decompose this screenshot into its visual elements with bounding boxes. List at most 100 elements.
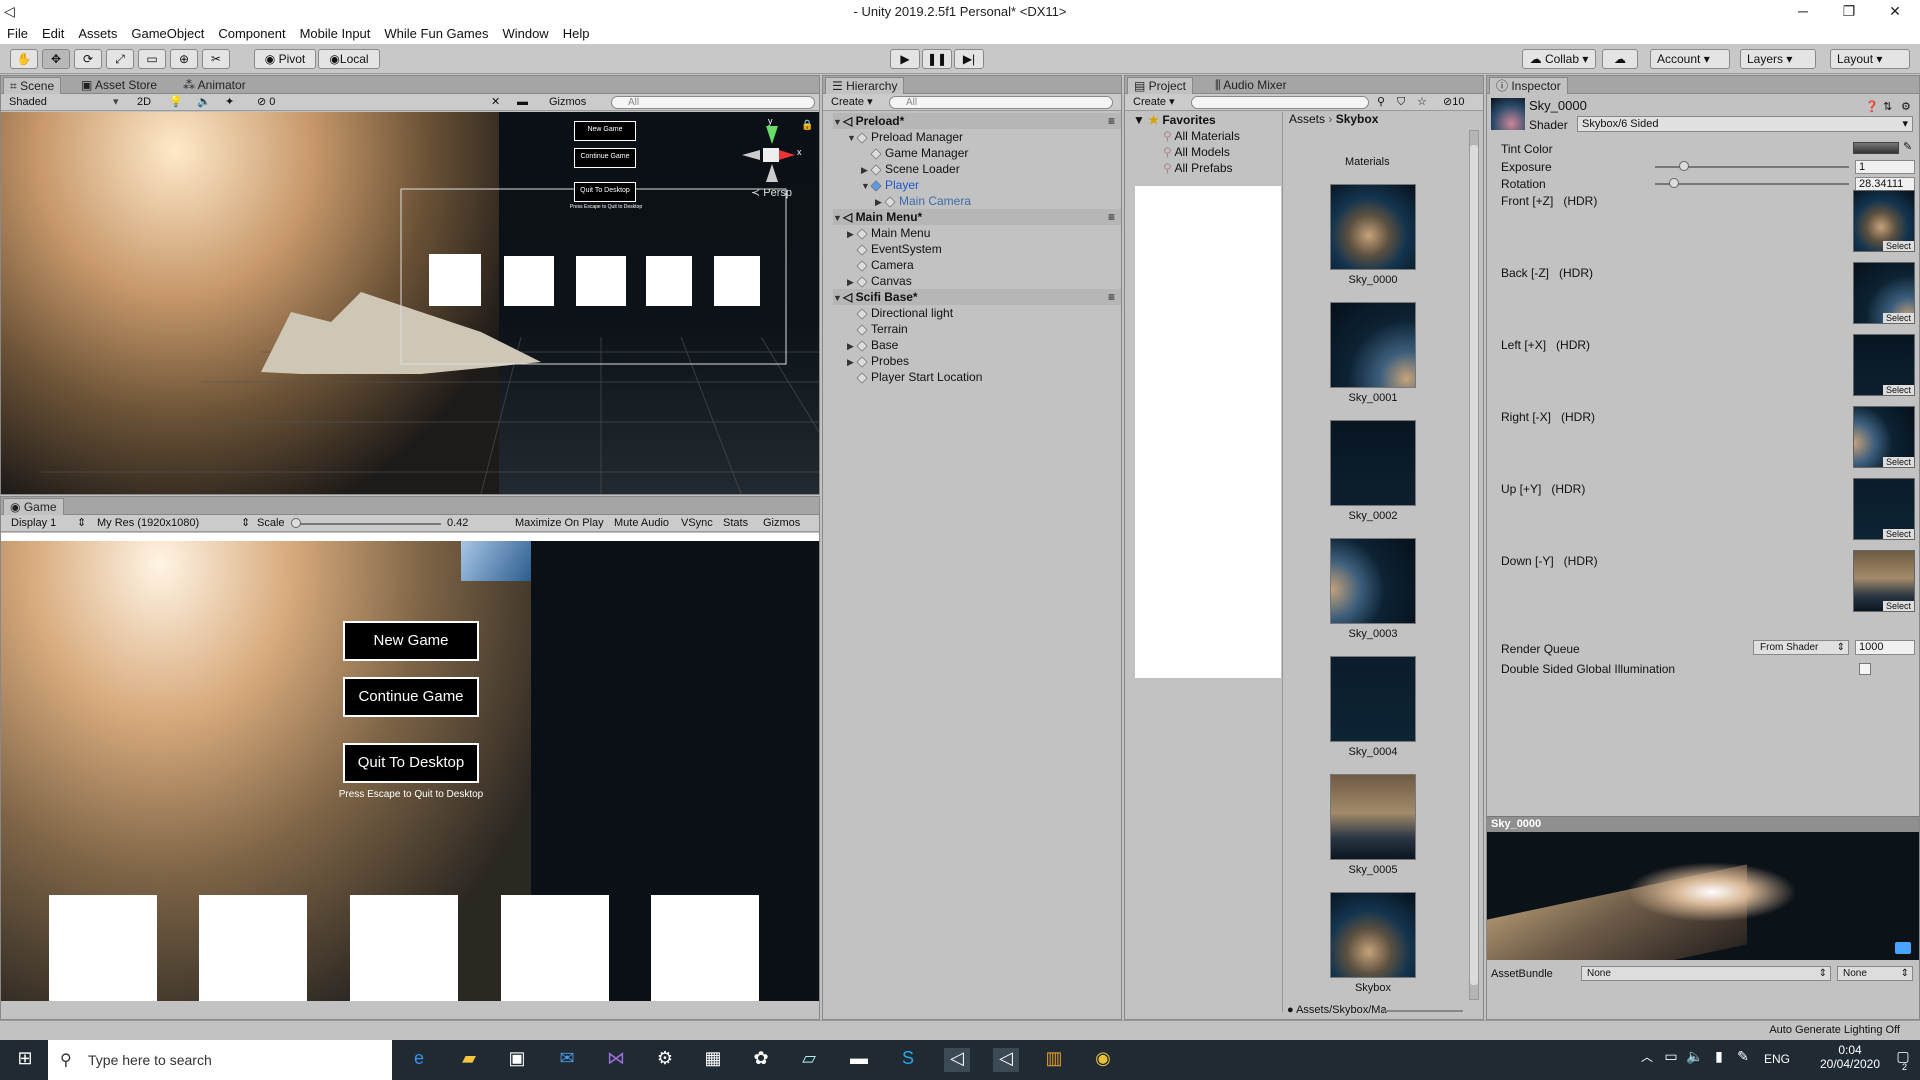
tab-project[interactable]: ▤ Project	[1127, 77, 1194, 94]
menu-mobile-input[interactable]: Mobile Input	[293, 24, 378, 44]
rect-tool-icon[interactable]: ▭	[138, 49, 166, 69]
mute-audio-toggle[interactable]: Mute Audio	[614, 516, 669, 531]
steam-icon[interactable]: ⚙	[652, 1048, 678, 1072]
eyedropper-icon[interactable]: ✎	[1903, 140, 1912, 153]
gizmos-dropdown[interactable]: Gizmos	[549, 95, 586, 110]
menu-help[interactable]: Help	[556, 24, 597, 44]
hierarchy-row[interactable]: Player Start Location	[833, 369, 1121, 385]
asset-thumbnail[interactable]	[1330, 184, 1416, 270]
unity-hub-icon[interactable]: ◁	[944, 1048, 970, 1072]
filter-label-icon[interactable]: ⛉	[1397, 95, 1405, 110]
project-search-input[interactable]	[1191, 96, 1369, 109]
game-gizmos-dropdown[interactable]: Gizmos	[763, 516, 800, 531]
assetbundle-variant-dropdown[interactable]: None ⇕	[1837, 966, 1913, 981]
account-dropdown[interactable]: Account ▾	[1650, 49, 1730, 69]
toggle-2d[interactable]: 2D	[137, 95, 151, 110]
terminal-icon[interactable]: ▬	[846, 1048, 872, 1072]
settings-icon[interactable]: ⇅	[1883, 100, 1892, 113]
hierarchy-row[interactable]: ▶ Probes	[833, 353, 1121, 369]
display-dropdown[interactable]: Display 1	[11, 516, 56, 531]
collab-button[interactable]: ☁ Collab ▾	[1522, 49, 1596, 69]
volume-icon[interactable]: 🔈	[1682, 1048, 1708, 1072]
scale-tool-icon[interactable]: ⤢	[106, 49, 134, 69]
menu-window[interactable]: Window	[495, 24, 555, 44]
resolution-dropdown[interactable]: My Res (1920x1080)	[97, 516, 199, 531]
asset-thumbnail[interactable]	[1330, 420, 1416, 506]
rotation-input[interactable]: 28.34111	[1855, 177, 1915, 191]
pause-button[interactable]: ❚❚	[922, 49, 952, 69]
face-texture-slot[interactable]: Select	[1853, 334, 1915, 396]
minimize-button[interactable]: ─	[1780, 0, 1826, 24]
scene-menu-icon[interactable]: ≡	[1108, 289, 1115, 305]
rotation-slider-thumb[interactable]	[1669, 178, 1679, 188]
skype-icon[interactable]: S	[895, 1048, 921, 1072]
tag-icon[interactable]	[1895, 942, 1911, 954]
menu-file[interactable]: File	[0, 24, 35, 44]
fav-all-prefabs[interactable]: ⚲ All Prefabs	[1133, 160, 1293, 176]
expand-arrow-icon[interactable]: ▼	[833, 114, 843, 130]
scene-search-input[interactable]: All	[611, 96, 815, 109]
maximize-button[interactable]: ❐	[1826, 0, 1872, 24]
favorite-star-icon[interactable]: ☆	[1417, 95, 1427, 110]
vsync-toggle[interactable]: VSync	[681, 516, 713, 531]
render-queue-dropdown[interactable]: From Shader ⇕	[1753, 640, 1849, 655]
lighting-toggle-icon[interactable]: 💡	[169, 95, 183, 110]
hierarchy-create-button[interactable]: Create ▾	[831, 95, 873, 110]
step-button[interactable]: ▶|	[954, 49, 984, 69]
hierarchy-row[interactable]: ▶ Main Menu	[833, 225, 1121, 241]
menu-assets[interactable]: Assets	[71, 24, 124, 44]
maximize-on-play-toggle[interactable]: Maximize On Play	[515, 516, 604, 531]
hierarchy-row[interactable]: ▼ Preload Manager	[833, 129, 1121, 145]
scene-menu-icon[interactable]: ≡	[1108, 113, 1115, 129]
icon-size-slider[interactable]	[1383, 1010, 1463, 1012]
continue-game-button[interactable]: Continue Game	[343, 677, 479, 717]
tint-color-swatch[interactable]	[1853, 142, 1899, 154]
project-scrollbar[interactable]	[1469, 130, 1479, 1000]
hierarchy-row[interactable]: ▼ Player	[833, 177, 1121, 193]
project-scrollbar-thumb[interactable]	[1470, 145, 1478, 985]
asset-thumbnail[interactable]	[1330, 774, 1416, 860]
asset-thumbnail[interactable]	[1330, 538, 1416, 624]
stats-toggle[interactable]: Stats	[723, 516, 748, 531]
camera-icon[interactable]: ▬	[517, 95, 528, 110]
pivot-toggle[interactable]: ◉ Pivot	[254, 49, 316, 69]
double-sided-checkbox[interactable]	[1859, 663, 1871, 675]
effects-toggle-icon[interactable]: ✦	[225, 95, 234, 110]
face-texture-slot[interactable]: Select	[1853, 478, 1915, 540]
select-texture-button[interactable]: Select	[1882, 241, 1914, 251]
face-texture-slot[interactable]: Select	[1853, 550, 1915, 612]
hierarchy-row[interactable]: Camera	[833, 257, 1121, 273]
app-icon-2[interactable]: ✿	[748, 1048, 774, 1072]
scale-slider-thumb[interactable]	[291, 518, 301, 528]
layout-dropdown[interactable]: Layout ▾	[1830, 49, 1910, 69]
tab-inspector[interactable]: ⓘ Inspector	[1489, 77, 1568, 94]
network-icon[interactable]: ▭	[1658, 1048, 1684, 1072]
app-icon-1[interactable]: ▦	[700, 1048, 726, 1072]
fav-all-models[interactable]: ⚲ All Models	[1133, 144, 1293, 160]
pen-icon[interactable]: ✎	[1730, 1048, 1756, 1072]
scene-menu-icon[interactable]: ≡	[1108, 209, 1115, 225]
hierarchy-row[interactable]: EventSystem	[833, 241, 1121, 257]
language-indicator[interactable]: ENG	[1764, 1052, 1790, 1066]
windows-start-icon[interactable]: ⊞	[12, 1048, 38, 1072]
store-icon[interactable]: ▣	[504, 1048, 530, 1072]
material-preview[interactable]	[1487, 832, 1919, 960]
hierarchy-row[interactable]: ▶ Scene Loader	[833, 161, 1121, 177]
layers-dropdown[interactable]: Layers ▾	[1740, 49, 1816, 69]
orientation-gizmo[interactable]: y x ≺ Persp	[737, 116, 807, 199]
shader-dropdown[interactable]: Skybox/6 Sided ▾	[1577, 116, 1913, 132]
exposure-slider-thumb[interactable]	[1679, 161, 1689, 171]
app-icon-4[interactable]: ▥	[1041, 1048, 1067, 1072]
taskbar-search[interactable]: ⚲ Type here to search	[48, 1040, 392, 1080]
menu-gameobject[interactable]: GameObject	[124, 24, 211, 44]
file-explorer-icon[interactable]: ▰	[456, 1048, 482, 1072]
assetbundle-dropdown[interactable]: None ⇕	[1581, 966, 1831, 981]
folder-tree-area[interactable]	[1135, 186, 1281, 678]
asset-thumbnail[interactable]	[1330, 302, 1416, 388]
hierarchy-scene-row[interactable]: ▼◁ Main Menu* ≡	[833, 209, 1121, 225]
project-create-button[interactable]: Create ▾	[1133, 95, 1175, 110]
render-queue-input[interactable]: 1000	[1855, 640, 1915, 655]
tab-game[interactable]: ◉ Game	[3, 498, 64, 515]
hand-tool-icon[interactable]: ✋	[10, 49, 38, 69]
app-icon-3[interactable]: ▱	[796, 1048, 822, 1072]
